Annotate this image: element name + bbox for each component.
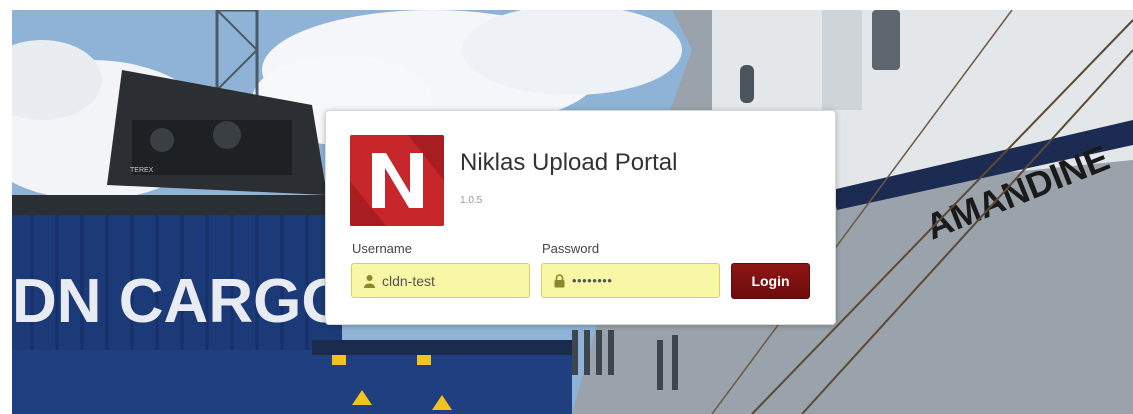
logo-n-icon (350, 135, 444, 226)
login-button[interactable]: Login (731, 263, 810, 299)
user-icon (364, 275, 375, 288)
password-label: Password (542, 241, 600, 256)
username-input[interactable] (382, 264, 522, 297)
app-version: 1.0.5 (460, 195, 483, 206)
app-logo (350, 135, 444, 226)
username-field (351, 263, 530, 298)
password-field (541, 263, 720, 298)
password-input[interactable] (572, 264, 712, 297)
app-title: Niklas Upload Portal (460, 149, 678, 176)
crane-brand-text: TEREX (130, 167, 154, 174)
login-card: Niklas Upload Portal 1.0.5 Username Pass… (325, 110, 836, 325)
container-logo-text: DN CARGO (12, 267, 350, 336)
username-label: Username (352, 241, 412, 256)
lock-icon (554, 274, 565, 288)
